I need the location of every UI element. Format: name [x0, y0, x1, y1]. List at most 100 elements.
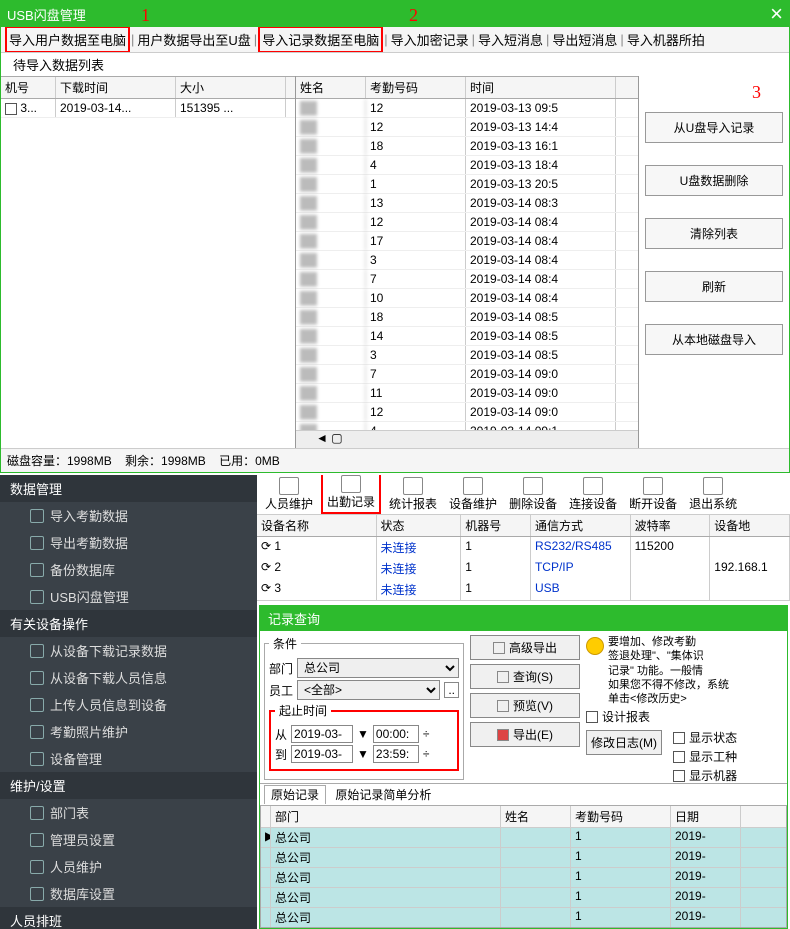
- from-time-input[interactable]: [373, 725, 419, 743]
- sidebar-item[interactable]: 从设备下载记录数据: [0, 637, 257, 664]
- col-download-time[interactable]: 下载时间: [56, 77, 176, 98]
- design-report-checkbox[interactable]: [586, 711, 598, 723]
- sidebar-item[interactable]: 设备管理: [0, 745, 257, 772]
- delete-usb-data-button[interactable]: U盘数据删除: [645, 165, 783, 196]
- emp-select[interactable]: <全部>: [297, 680, 440, 700]
- table-row[interactable]: 3... 2019-03-14... 151395 ...: [1, 99, 295, 118]
- result-row[interactable]: ▶总公司12019-: [261, 827, 786, 847]
- advanced-export-button[interactable]: 高级导出: [470, 635, 580, 660]
- toolbar-button[interactable]: 删除设备: [505, 475, 561, 514]
- col-date[interactable]: 日期: [671, 806, 741, 827]
- col-time[interactable]: 时间: [466, 77, 616, 98]
- toolbar-button[interactable]: 设备维护: [445, 475, 501, 514]
- tab-raw-records[interactable]: 原始记录: [264, 785, 326, 804]
- col-device-name[interactable]: 设备名称: [257, 515, 377, 536]
- refresh-button[interactable]: 刷新: [645, 271, 783, 302]
- table-row[interactable]: ██32019-03-14 08:5: [296, 346, 638, 365]
- toolbar-button[interactable]: 连接设备: [565, 475, 621, 514]
- toolbar-button[interactable]: 断开设备: [625, 475, 681, 514]
- import-from-disk-button[interactable]: 从本地磁盘导入: [645, 324, 783, 355]
- table-row[interactable]: ██132019-03-14 08:3: [296, 194, 638, 213]
- table-row[interactable]: ██122019-03-13 14:4: [296, 118, 638, 137]
- table-row[interactable]: ██122019-03-14 08:4: [296, 213, 638, 232]
- tab-import-record[interactable]: 导入记录数据至电脑: [258, 27, 383, 53]
- toolbar-button[interactable]: 出勤记录: [321, 475, 381, 514]
- col-kq[interactable]: 考勤号码: [571, 806, 671, 827]
- sidebar-item[interactable]: 导出考勤数据: [0, 529, 257, 556]
- col-size[interactable]: 大小: [176, 77, 286, 98]
- table-row[interactable]: ██182019-03-13 16:1: [296, 137, 638, 156]
- dept-select[interactable]: 总公司: [297, 658, 459, 678]
- table-row[interactable]: ██172019-03-14 08:4: [296, 232, 638, 251]
- from-date-input[interactable]: [291, 725, 353, 743]
- show-worktype-checkbox[interactable]: [673, 751, 685, 763]
- close-icon[interactable]: ×: [770, 1, 783, 27]
- sidebar-item[interactable]: 导入考勤数据: [0, 502, 257, 529]
- result-row[interactable]: 总公司12019-: [261, 887, 786, 907]
- result-row[interactable]: 总公司12019-: [261, 847, 786, 867]
- sidebar-item[interactable]: USB闪盘管理: [0, 583, 257, 610]
- col-baud[interactable]: 波特率: [631, 515, 711, 536]
- tab-export-sms[interactable]: 导出短消息: [550, 28, 619, 51]
- tab-import-encrypted[interactable]: 导入加密记录: [389, 28, 471, 51]
- show-machine-checkbox[interactable]: [673, 770, 685, 782]
- col-name[interactable]: 姓名: [501, 806, 571, 827]
- device-row[interactable]: ⟳ 1未连接1RS232/RS485115200: [257, 537, 790, 558]
- show-status-checkbox[interactable]: [673, 732, 685, 744]
- sidebar-item[interactable]: 管理员设置: [0, 826, 257, 853]
- table-row[interactable]: ██42019-03-13 18:4: [296, 156, 638, 175]
- row-checkbox[interactable]: [5, 103, 17, 115]
- menu-icon: [30, 563, 44, 577]
- col-machine-id[interactable]: 机器号: [461, 515, 531, 536]
- table-row[interactable]: ██142019-03-14 08:5: [296, 327, 638, 346]
- time-range-fieldset: 起止时间 从 ▼ ÷ 到 ▼ ÷: [269, 702, 459, 771]
- sidebar-item[interactable]: 从设备下载人员信息: [0, 664, 257, 691]
- toolbar-button[interactable]: 统计报表: [385, 475, 441, 514]
- result-row[interactable]: 总公司12019-: [261, 907, 786, 927]
- table-row[interactable]: ██112019-03-14 09:0: [296, 384, 638, 403]
- scrollbar[interactable]: ◄ ▢: [296, 430, 638, 448]
- col-addr[interactable]: 设备地: [710, 515, 790, 536]
- col-machine-id[interactable]: 机号: [1, 77, 56, 98]
- sidebar-item[interactable]: 考勤照片维护: [0, 718, 257, 745]
- to-date-input[interactable]: [291, 745, 353, 763]
- result-row[interactable]: 总公司12019-: [261, 867, 786, 887]
- toolbar-button[interactable]: 人员维护: [261, 475, 317, 514]
- table-row[interactable]: ██42019-03-14 09:1: [296, 422, 638, 430]
- sidebar-item[interactable]: 备份数据库: [0, 556, 257, 583]
- col-dept[interactable]: 部门: [271, 806, 501, 827]
- query-button[interactable]: 查询(S): [470, 664, 580, 689]
- sidebar-item[interactable]: 上传人员信息到设备: [0, 691, 257, 718]
- tab-simple-analysis[interactable]: 原始记录简单分析: [329, 786, 437, 804]
- table-row[interactable]: ██12019-03-13 20:5: [296, 175, 638, 194]
- export-button[interactable]: 导出(E): [470, 722, 580, 747]
- col-status[interactable]: 状态: [377, 515, 462, 536]
- table-row[interactable]: ██122019-03-13 09:5: [296, 99, 638, 118]
- sidebar-item[interactable]: 人员维护: [0, 853, 257, 880]
- device-row[interactable]: ⟳ 3未连接1USB: [257, 579, 790, 600]
- toolbar-button[interactable]: 退出系统: [685, 475, 741, 514]
- table-row[interactable]: ██32019-03-14 08:4: [296, 251, 638, 270]
- sidebar-item[interactable]: 部门表: [0, 799, 257, 826]
- table-row[interactable]: ██182019-03-14 08:5: [296, 308, 638, 327]
- import-from-usb-button[interactable]: 从U盘导入记录: [645, 112, 783, 143]
- col-name[interactable]: 姓名: [296, 77, 366, 98]
- col-comm[interactable]: 通信方式: [531, 515, 631, 536]
- table-row[interactable]: ██102019-03-14 08:4: [296, 289, 638, 308]
- sidebar-item[interactable]: 数据库设置: [0, 880, 257, 907]
- to-time-input[interactable]: [373, 745, 419, 763]
- tab-import-sms[interactable]: 导入短消息: [476, 28, 545, 51]
- modify-log-button[interactable]: 修改日志(M): [586, 730, 662, 755]
- tab-import-photo[interactable]: 导入机器所拍: [625, 28, 707, 51]
- device-row[interactable]: ⟳ 2未连接1TCP/IP192.168.1: [257, 558, 790, 579]
- tab-export-user[interactable]: 用户数据导出至U盘: [135, 28, 252, 51]
- preview-icon: [497, 700, 509, 712]
- clear-list-button[interactable]: 清除列表: [645, 218, 783, 249]
- preview-button[interactable]: 预览(V): [470, 693, 580, 718]
- tab-import-user[interactable]: 导入用户数据至电脑: [5, 27, 130, 53]
- table-row[interactable]: ██72019-03-14 08:4: [296, 270, 638, 289]
- table-row[interactable]: ██122019-03-14 09:0: [296, 403, 638, 422]
- browse-icon[interactable]: ..: [444, 682, 459, 698]
- table-row[interactable]: ██72019-03-14 09:0: [296, 365, 638, 384]
- col-attendance-id[interactable]: 考勤号码: [366, 77, 466, 98]
